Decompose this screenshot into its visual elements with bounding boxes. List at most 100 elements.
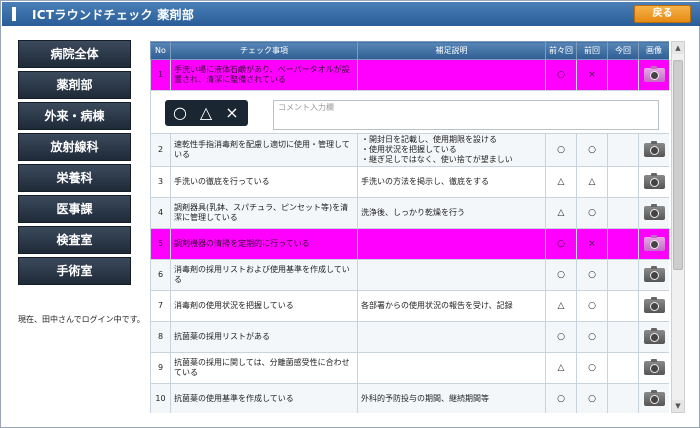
cell-prev2-result: △ <box>545 166 577 198</box>
vertical-scrollbar[interactable]: ▲ ▼ <box>671 41 685 413</box>
page-title: ICTラウンドチェック 薬剤部 <box>32 8 195 22</box>
sidebar-item-nutrition[interactable]: 栄養科 <box>18 164 131 192</box>
app-window: ICTラウンドチェック 薬剤部 戻る 病院全体 薬剤部 外来・病棟 放射線科 栄… <box>0 0 700 428</box>
cell-check-item: 消毒剤の使用状況を把握している <box>170 290 358 322</box>
sidebar-item-radiology[interactable]: 放射線科 <box>18 133 131 161</box>
cell-image <box>638 228 669 260</box>
cell-image <box>638 197 669 229</box>
cell-no: 3 <box>150 166 171 198</box>
cell-prev-result: × <box>576 59 608 91</box>
answer-cross-button[interactable]: × <box>221 103 243 123</box>
cell-current-result[interactable] <box>607 197 639 229</box>
cell-prev-result: ○ <box>576 321 608 353</box>
answer-triangle-button[interactable]: △ <box>195 103 217 123</box>
cell-no: 4 <box>150 197 171 229</box>
scroll-thumb[interactable] <box>673 60 683 270</box>
camera-icon[interactable] <box>643 328 665 344</box>
table-row[interactable]: 2 速乾性手指消毒剤を配慮し適切に使用・管理している ・開封日を記載し、使用期限を設… <box>150 133 669 167</box>
cell-prev2-result: △ <box>545 352 577 384</box>
camera-icon[interactable] <box>643 141 665 157</box>
cell-image <box>638 352 669 384</box>
cell-prev-result: ○ <box>576 352 608 384</box>
cell-image <box>638 259 669 291</box>
cell-no: 10 <box>150 383 171 413</box>
comment-input[interactable]: コメント入力欄 <box>273 100 659 130</box>
table-row[interactable]: 1 手洗い場に液体石鹸があり、ペーパータオルが設置され、清潔に整備されている ○ × <box>150 59 669 91</box>
checklist-table: No チェック事項 補足説明 前々回 前回 今回 画像 1 手洗い場に液体石鹸があ… <box>150 41 669 413</box>
cell-no: 5 <box>150 228 171 260</box>
cell-prev-result: ○ <box>576 259 608 291</box>
cell-image <box>638 321 669 353</box>
title-marker <box>12 7 16 21</box>
cell-current-result[interactable] <box>607 133 639 167</box>
cell-check-item: 調剤機器の清掃を定期的に行っている <box>170 228 358 260</box>
cell-prev2-result: ○ <box>545 259 577 291</box>
sidebar-item-medical-affairs[interactable]: 医事課 <box>18 195 131 223</box>
scroll-down-arrow-icon[interactable]: ▼ <box>672 400 684 412</box>
cell-note: 外科的予防投与の期間、継続期間等 <box>357 383 546 413</box>
cell-current-result[interactable] <box>607 383 639 413</box>
cell-prev2-result: ○ <box>545 59 577 91</box>
table-row[interactable]: 8 抗菌薬の採用リストがある ○ ○ <box>150 321 669 353</box>
cell-image <box>638 59 669 91</box>
col-header-note: 補足説明 <box>357 41 546 60</box>
cell-note <box>357 352 546 384</box>
camera-icon[interactable] <box>643 204 665 220</box>
answer-input-row: ○ △ × コメント入力欄 <box>150 90 669 134</box>
cell-current-result[interactable] <box>607 290 639 322</box>
cell-note <box>357 59 546 91</box>
col-header-prev2: 前々回 <box>545 41 577 60</box>
sidebar-item-laboratory[interactable]: 検査室 <box>18 226 131 254</box>
camera-icon[interactable] <box>643 390 665 406</box>
cell-prev2-result: △ <box>545 290 577 322</box>
cell-current-result[interactable] <box>607 166 639 198</box>
cell-note: ・開封日を記載し、使用期限を設ける ・使用状況を把握している ・継ぎ足しではなく… <box>357 133 546 167</box>
cell-check-item: 抗菌薬の使用基準を作成している <box>170 383 358 413</box>
sidebar-item-hospital[interactable]: 病院全体 <box>18 40 131 68</box>
cell-prev2-result: ○ <box>545 228 577 260</box>
back-button[interactable]: 戻る <box>634 5 691 23</box>
cell-check-item: 調剤器具(乳鉢、スパチュラ、ピンセット等)を清潔に管理している <box>170 197 358 229</box>
cell-note: 各部署からの使用状況の報告を受け、記録 <box>357 290 546 322</box>
cell-prev-result: × <box>576 228 608 260</box>
camera-icon[interactable] <box>643 266 665 282</box>
cell-image <box>638 290 669 322</box>
camera-icon[interactable] <box>643 173 665 189</box>
cell-prev-result: △ <box>576 166 608 198</box>
table-row[interactable]: 9 抗菌薬の採用に関しては、分離菌感受性に合わせている △ ○ <box>150 352 669 384</box>
cell-current-result[interactable] <box>607 352 639 384</box>
cell-current-result[interactable] <box>607 228 639 260</box>
sidebar-item-operating-room[interactable]: 手術室 <box>18 257 131 285</box>
camera-icon[interactable] <box>643 235 665 251</box>
cell-no: 9 <box>150 352 171 384</box>
camera-icon[interactable] <box>643 66 665 82</box>
cell-current-result[interactable] <box>607 259 639 291</box>
table-row[interactable]: 7 消毒剤の使用状況を把握している 各部署からの使用状況の報告を受け、記録 △ ○ <box>150 290 669 322</box>
table-row[interactable]: 10 抗菌薬の使用基準を作成している 外科的予防投与の期間、継続期間等 ○ ○ <box>150 383 669 413</box>
col-header-prev: 前回 <box>576 41 608 60</box>
cell-note <box>357 321 546 353</box>
sidebar-item-pharmacy[interactable]: 薬剤部 <box>18 71 131 99</box>
answer-circle-button[interactable]: ○ <box>169 103 191 123</box>
col-header-now: 今回 <box>607 41 639 60</box>
sidebar-item-outpatient-ward[interactable]: 外来・病棟 <box>18 102 131 130</box>
table-row[interactable]: 5 調剤機器の清掃を定期的に行っている ○ × <box>150 228 669 260</box>
cell-prev2-result: ○ <box>545 133 577 167</box>
cell-prev2-result: ○ <box>545 383 577 413</box>
checklist-table-container: No チェック事項 補足説明 前々回 前回 今回 画像 1 手洗い場に液体石鹸があ… <box>150 41 669 413</box>
cell-note <box>357 228 546 260</box>
cell-current-result[interactable] <box>607 59 639 91</box>
camera-icon[interactable] <box>643 359 665 375</box>
cell-check-item: 速乾性手指消毒剤を配慮し適切に使用・管理している <box>170 133 358 167</box>
table-row[interactable]: 6 消毒剤の採用リストおよび使用基準を作成している ○ ○ <box>150 259 669 291</box>
table-row[interactable]: 4 調剤器具(乳鉢、スパチュラ、ピンセット等)を清潔に管理している 洗浄後、しっかり… <box>150 197 669 229</box>
cell-note: 洗浄後、しっかり乾燥を行う <box>357 197 546 229</box>
cell-no: 6 <box>150 259 171 291</box>
cell-image <box>638 133 669 167</box>
login-status: 現在、田中さんでログイン中です。 <box>18 315 145 324</box>
cell-current-result[interactable] <box>607 321 639 353</box>
cell-prev-result: ○ <box>576 290 608 322</box>
scroll-up-arrow-icon[interactable]: ▲ <box>672 42 684 54</box>
table-row[interactable]: 3 手洗いの徹底を行っている 手洗いの方法を掲示し、徹底をする △ △ <box>150 166 669 198</box>
camera-icon[interactable] <box>643 297 665 313</box>
